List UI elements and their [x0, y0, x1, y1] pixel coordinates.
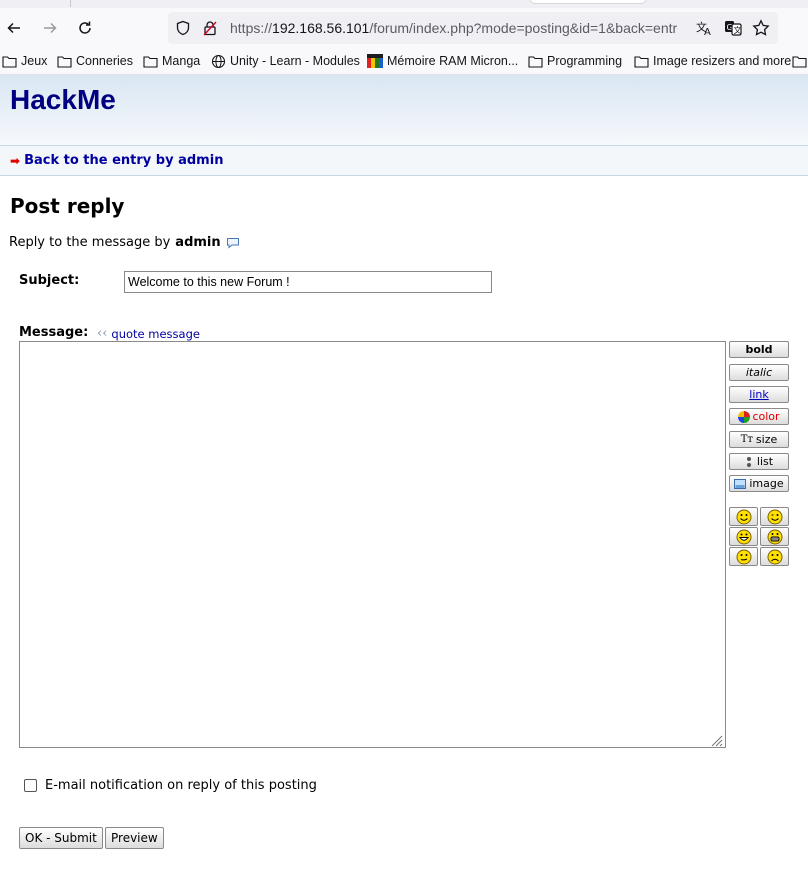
bookmark-star-icon[interactable]: [752, 19, 770, 37]
micron-favicon-icon: [367, 54, 383, 68]
smiley-neutral-button[interactable]: [729, 547, 758, 566]
back-to-entry-link[interactable]: ➡ Back to the entry by admin: [10, 153, 223, 168]
reply-author: admin: [175, 235, 221, 250]
bookmarks-toolbar: Jeux Conneries Manga Unity - Learn - Mod…: [0, 48, 808, 75]
url-path: /forum/index.php?mode=posting&id=1&back=…: [369, 20, 678, 36]
list-button-label: list: [756, 455, 774, 468]
smiley-happy-icon: [736, 509, 751, 524]
quote-icon: ‹‹: [97, 326, 108, 341]
shield-icon[interactable]: [174, 19, 192, 37]
folder-icon: [2, 55, 17, 68]
smiley-wink-icon: [767, 509, 782, 524]
bookmark-label: Jeux: [21, 54, 48, 68]
svg-text:文: 文: [734, 25, 742, 35]
smiley-grin-teeth-icon: [767, 529, 782, 544]
list-button[interactable]: list: [729, 453, 789, 470]
message-textarea[interactable]: [19, 341, 726, 748]
active-tab-edge[interactable]: [530, 0, 646, 4]
reload-button[interactable]: [73, 16, 97, 40]
size-button-label: size: [755, 433, 778, 446]
globe-icon: [211, 54, 226, 68]
smiley-sad-button[interactable]: [760, 547, 789, 566]
insecure-lock-icon[interactable]: [201, 19, 219, 37]
smiley-wink-button[interactable]: [760, 507, 789, 526]
link-button[interactable]: link: [729, 386, 789, 403]
email-notification-label: E-mail notification on reply of this pos…: [45, 778, 317, 793]
quote-label: quote message: [111, 326, 200, 341]
italic-button[interactable]: italic: [729, 364, 789, 381]
bookmark-overflow-folder[interactable]: [792, 52, 808, 70]
image-icon: [734, 478, 747, 489]
bookmark-label: Unity - Learn - Modules: [230, 54, 360, 68]
smiley-sad-icon: [767, 549, 782, 564]
smiley-happy-button[interactable]: [729, 507, 758, 526]
bookmark-label: Programming: [547, 54, 623, 68]
bookmark-label: Image resizers and more: [653, 54, 792, 68]
folder-icon: [634, 55, 649, 68]
email-notification-option[interactable]: E-mail notification on reply of this pos…: [24, 778, 317, 793]
bookmark-label: Mémoire RAM Micron...: [387, 54, 519, 68]
bookmark-image-resizers[interactable]: Image resizers and more: [634, 52, 791, 70]
smiley-biggrin-icon: [736, 529, 751, 544]
bookmark-programming[interactable]: Programming: [528, 52, 622, 70]
color-button[interactable]: color: [729, 408, 789, 425]
color-wheel-icon: [738, 410, 751, 423]
preview-button[interactable]: Preview: [105, 827, 164, 849]
bold-button[interactable]: bold: [729, 341, 789, 358]
translate-icon[interactable]: 文A: [696, 19, 714, 37]
url-bar[interactable]: https://192.168.56.101/forum/index.php?m…: [168, 12, 778, 44]
message-label: Message:: [19, 325, 89, 340]
speech-bubble-icon[interactable]: [226, 237, 240, 249]
list-bullets-icon: [746, 456, 751, 467]
reload-icon: [79, 21, 91, 34]
folder-icon: [528, 55, 543, 68]
bookmark-label: Conneries: [76, 54, 133, 68]
bookmark-memoire-ram[interactable]: Mémoire RAM Micron...: [367, 52, 518, 70]
tab-separator: [70, 0, 71, 7]
forward-button[interactable]: [38, 16, 62, 40]
subnav-bar: ➡ Back to the entry by admin: [0, 146, 808, 176]
size-button[interactable]: Tт size: [729, 431, 789, 448]
image-button[interactable]: image: [729, 475, 789, 492]
svg-text:A: A: [704, 27, 711, 37]
smiley-biggrin-button[interactable]: [729, 527, 758, 546]
bookmark-manga[interactable]: Manga: [143, 52, 200, 70]
image-button-label: image: [749, 477, 784, 490]
bookmark-label: Manga: [162, 54, 201, 68]
site-title[interactable]: HackMe: [10, 84, 116, 116]
folder-icon: [143, 55, 158, 68]
red-arrow-icon: ➡: [10, 153, 21, 168]
smiley-neutral-icon: [736, 549, 751, 564]
url-host: 192.168.56.101: [272, 20, 370, 36]
submit-button[interactable]: OK - Submit: [19, 827, 103, 849]
site-header: HackMe: [0, 75, 808, 146]
subject-input[interactable]: [124, 271, 492, 293]
bookmark-conneries[interactable]: Conneries: [57, 52, 133, 70]
url-text[interactable]: https://192.168.56.101/forum/index.php?m…: [230, 20, 690, 36]
back-button[interactable]: [2, 16, 26, 40]
smiley-grin-teeth-button[interactable]: [760, 527, 789, 546]
folder-icon: [57, 55, 72, 68]
back-link-label: Back to the entry by admin: [24, 153, 224, 168]
font-size-icon: Tт: [740, 434, 753, 445]
quote-message-link[interactable]: ‹‹ quote message: [97, 326, 200, 341]
resize-grip-icon[interactable]: [709, 733, 723, 747]
reply-info: Reply to the message by admin: [9, 235, 240, 250]
folder-icon: [792, 55, 807, 68]
browser-tab-strip: [0, 0, 808, 8]
page-title: Post reply: [10, 194, 125, 218]
subject-label: Subject:: [19, 273, 80, 288]
page-translate-icon[interactable]: G文: [724, 19, 742, 37]
email-notification-checkbox[interactable]: [24, 779, 37, 792]
reply-prefix: Reply to the message by: [9, 235, 171, 250]
arrow-left-icon: [7, 22, 20, 34]
color-button-label: color: [752, 410, 780, 423]
arrow-right-icon: [44, 22, 57, 34]
url-prefix: https://: [230, 20, 273, 36]
bookmark-unity[interactable]: Unity - Learn - Modules: [211, 52, 360, 70]
browser-navbar: https://192.168.56.101/forum/index.php?m…: [0, 8, 808, 48]
bookmark-jeux[interactable]: Jeux: [2, 52, 47, 70]
